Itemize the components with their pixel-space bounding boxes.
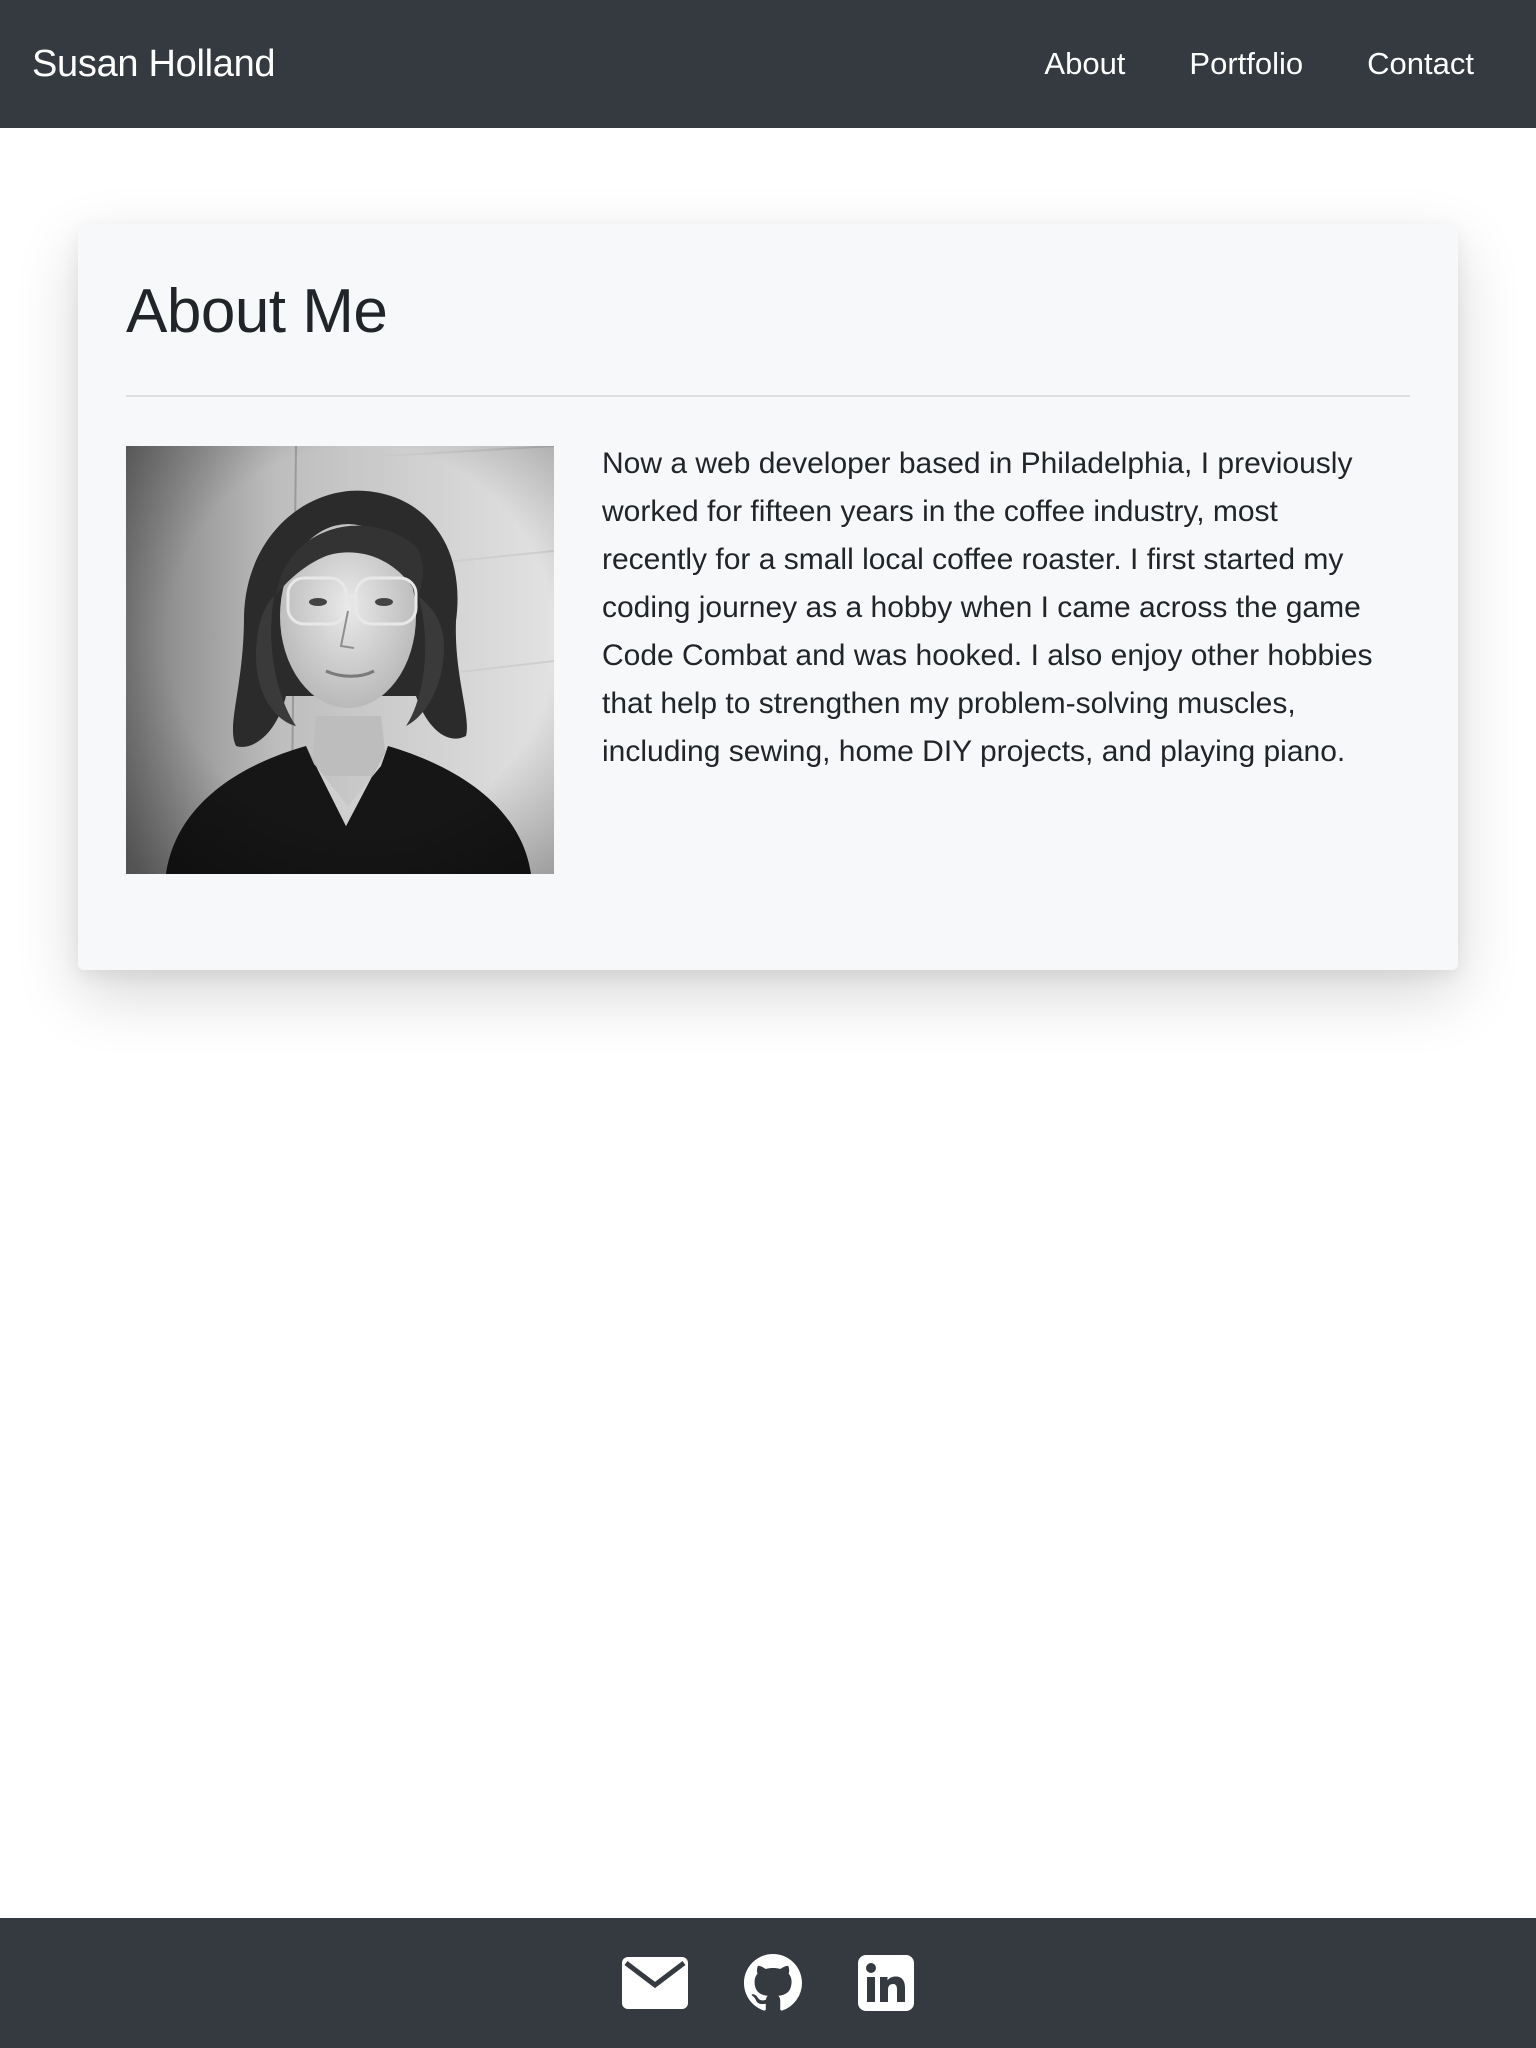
envelope-icon[interactable]: [622, 1957, 688, 2009]
navbar: Susan Holland About Portfolio Contact: [0, 0, 1536, 128]
nav-link-about[interactable]: About: [1044, 46, 1125, 82]
divider: [126, 395, 1410, 397]
nav-link-contact[interactable]: Contact: [1367, 46, 1474, 82]
page-title: About Me: [126, 277, 388, 346]
nav-link-portfolio[interactable]: Portfolio: [1189, 46, 1303, 82]
footer: [0, 1918, 1536, 2048]
about-card: About Me Now a web developer based in Ph…: [78, 224, 1458, 970]
portrait-photo: [126, 446, 554, 874]
brand-link[interactable]: Susan Holland: [32, 43, 276, 86]
github-icon[interactable]: [744, 1954, 802, 2012]
linkedin-icon[interactable]: [858, 1955, 914, 2011]
bio-text: Now a web developer based in Philadelphi…: [602, 447, 1373, 768]
nav-links: About Portfolio Contact: [980, 46, 1474, 82]
